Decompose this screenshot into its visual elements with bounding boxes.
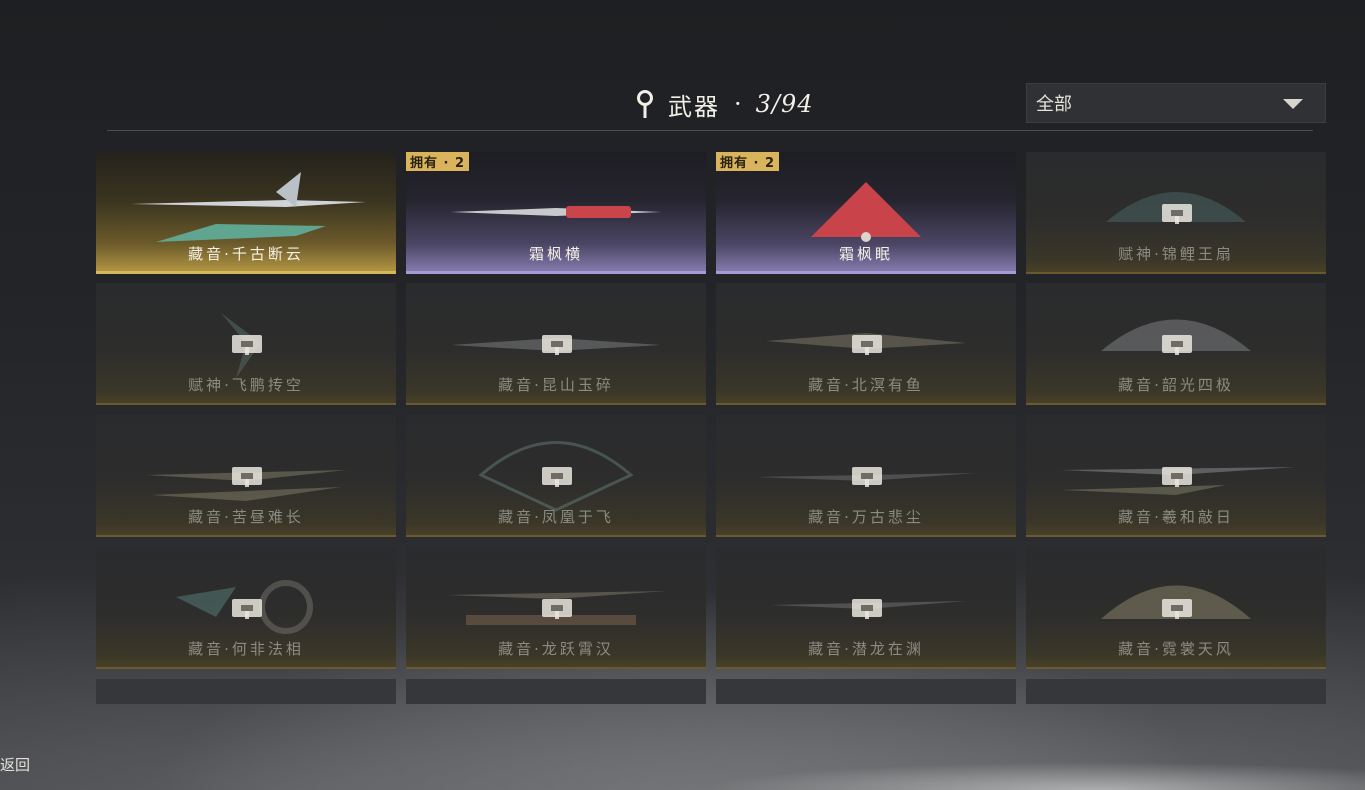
lock-icon — [542, 467, 572, 487]
lock-icon — [852, 335, 882, 355]
weapon-card[interactable]: 拥有 · 2 霜枫眠 — [716, 152, 1016, 274]
weapon-card[interactable]: 藏音·潜龙在渊 — [716, 547, 1016, 669]
lock-icon — [232, 599, 262, 619]
weapon-name: 霜枫眠 — [838, 245, 893, 263]
weapon-card[interactable]: 藏音·昆山玉碎 — [406, 283, 706, 405]
location-pin-icon — [637, 90, 653, 118]
weapon-name: 赋神·锦鲤王扇 — [1118, 245, 1234, 263]
lock-icon — [542, 599, 572, 619]
weapon-name: 藏音·韶光四极 — [1118, 376, 1234, 394]
lock-icon — [852, 599, 882, 619]
weapon-card[interactable]: 藏音·龙跃霄汉 — [406, 547, 706, 669]
filter-selected-value: 全部 — [1036, 94, 1072, 115]
weapon-name: 赋神·飞鹏抟空 — [188, 376, 304, 394]
lock-icon — [542, 335, 572, 355]
lock-icon — [232, 335, 262, 355]
weapon-card[interactable] — [1026, 679, 1326, 704]
weapon-name: 藏音·羲和敲日 — [1118, 508, 1234, 526]
title-text: 武器 — [668, 92, 720, 121]
weapon-card[interactable]: 藏音·苦昼难长 — [96, 415, 396, 537]
header-divider — [107, 130, 1313, 131]
weapon-card[interactable] — [96, 679, 396, 704]
back-button[interactable]: 返回 — [0, 754, 30, 775]
weapon-card[interactable]: 拥有 · 2 霜枫横 — [406, 152, 706, 274]
weapon-card[interactable]: 赋神·飞鹏抟空 — [96, 283, 396, 405]
collection-count: 3/94 — [755, 90, 814, 118]
weapon-name: 藏音·龙跃霄汉 — [498, 640, 614, 658]
owned-badge: 拥有 · 2 — [406, 152, 470, 171]
weapon-card[interactable] — [406, 679, 706, 704]
weapon-name: 藏音·凤凰于飞 — [498, 508, 614, 526]
weapon-name: 藏音·万古悲尘 — [808, 508, 924, 526]
weapon-card[interactable] — [716, 679, 1016, 704]
weapon-card[interactable]: 藏音·北溟有鱼 — [716, 283, 1016, 405]
lock-icon — [1162, 599, 1192, 619]
lock-icon — [852, 467, 882, 487]
weapon-name: 藏音·何非法相 — [188, 640, 304, 658]
owned-badge: 拥有 · 2 — [716, 152, 780, 171]
weapon-card[interactable]: 藏音·万古悲尘 — [716, 415, 1016, 537]
weapon-name: 藏音·苦昼难长 — [188, 508, 304, 526]
filter-dropdown[interactable]: 全部 — [1026, 83, 1326, 123]
weapon-card[interactable]: 藏音·凤凰于飞 — [406, 415, 706, 537]
weapon-card[interactable]: 藏音·羲和敲日 — [1026, 415, 1326, 537]
lock-icon — [232, 467, 262, 487]
weapon-name: 藏音·潜龙在渊 — [808, 640, 924, 658]
weapon-card[interactable]: 藏音·何非法相 — [96, 547, 396, 669]
weapon-name: 藏音·霓裳天风 — [1118, 640, 1234, 658]
background-snow — [700, 762, 1365, 790]
chevron-down-icon — [1283, 99, 1303, 109]
title-separator: · — [734, 90, 742, 118]
lock-icon — [1162, 467, 1192, 487]
weapon-name: 霜枫横 — [528, 245, 583, 263]
weapon-card[interactable]: 赋神·锦鲤王扇 — [1026, 152, 1326, 274]
weapon-image — [131, 172, 366, 242]
weapon-name: 藏音·北溟有鱼 — [808, 376, 924, 394]
page-title: 武器 · 3/94 — [636, 86, 814, 122]
weapon-card[interactable]: 藏音·千古断云 — [96, 152, 396, 274]
weapon-card[interactable]: 藏音·霓裳天风 — [1026, 547, 1326, 669]
weapon-grid: 藏音·千古断云 拥有 · 2 霜枫横 拥有 · 2 霜枫眠 赋神·锦鲤王扇 赋神·飞鹏抟空藏… — [96, 152, 1326, 704]
lock-icon — [1162, 335, 1192, 355]
weapon-card[interactable]: 藏音·韶光四极 — [1026, 283, 1326, 405]
weapon-name: 藏音·昆山玉碎 — [498, 376, 614, 394]
lock-icon — [1162, 204, 1192, 224]
weapon-name: 藏音·千古断云 — [188, 245, 304, 263]
